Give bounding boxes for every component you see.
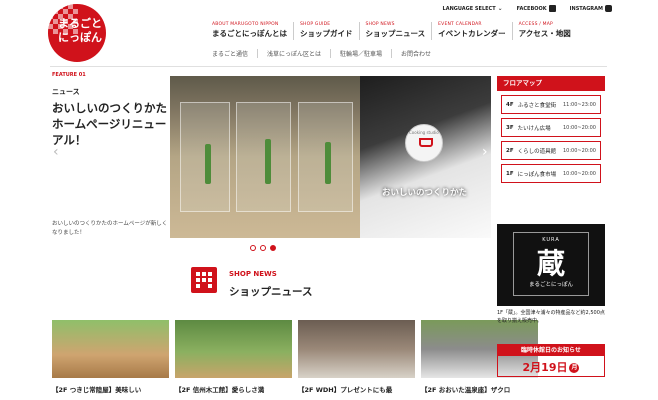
nav-event-calendar[interactable]: EVENT CALENDAR イベントカレンダー <box>431 22 512 40</box>
closed-day-title: 臨時休館日のお知らせ <box>498 345 604 356</box>
logo-text-line1: まるごと <box>58 17 102 30</box>
floor-name: ふるさと食堂街 <box>517 102 557 109</box>
sub-nav: まるごと通信 浅草にっぽん区とは 駐輪場／駐車場 お問合わせ <box>212 49 440 58</box>
slider-dot-1[interactable] <box>250 245 256 251</box>
nav-shop-guide-en: SHOP GUIDE <box>300 22 331 27</box>
floor-number: 1F <box>506 170 514 177</box>
nav-access-map[interactable]: ACCESS / MAP アクセス・地図 <box>511 22 577 40</box>
plant <box>325 142 331 184</box>
hero-photo-interior <box>170 76 360 238</box>
news-card-image <box>175 320 292 378</box>
nav-event-calendar-en: EVENT CALENDAR <box>438 22 482 27</box>
shop-news-list: 【2F つきじ常陸屋】美味しい 【2F 信州木工館】愛らしさ満 【2F WDH】… <box>52 320 538 394</box>
nav-access-map-en: ACCESS / MAP <box>518 22 553 27</box>
floor-item-4f[interactable]: 4F ふるさと食堂街 11:00~23:00 <box>501 95 601 114</box>
floor-number: 2F <box>506 147 514 154</box>
floor-hours: 10:00~20:00 <box>562 170 596 177</box>
floor-item-3f[interactable]: 3F たいけん広場 10:00~20:00 <box>501 118 601 137</box>
global-nav: ABOUT MARUGOTO NIPPON まるごとにっぽんとは SHOP GUI… <box>212 22 577 40</box>
slider-next-button[interactable]: › <box>482 144 488 160</box>
nav-shop-news[interactable]: SHOP NEWS ショップニュース <box>358 22 432 40</box>
feature-title[interactable]: おいしいのつくりかた ホームページリニューアル！ <box>52 100 170 148</box>
floor-map-title: フロアマップ <box>497 76 605 91</box>
shop-news-heading-en: SHOP NEWS <box>229 270 277 278</box>
facebook-label: FACEBOOK <box>516 5 547 12</box>
hero-photo-kitchen <box>360 76 491 238</box>
subnav-contact[interactable]: お問合わせ <box>391 49 440 58</box>
nav-event-calendar-jp: イベントカレンダー <box>438 29 506 38</box>
slider-dot-2[interactable] <box>260 245 266 251</box>
nav-about[interactable]: ABOUT MARUGOTO NIPPON まるごとにっぽんとは <box>212 22 293 40</box>
floor-item-1f[interactable]: 1F にっぽん食市場 10:00~20:00 <box>501 164 601 183</box>
nav-shop-news-en: SHOP NEWS <box>365 22 395 27</box>
facebook-link[interactable]: FACEBOOK <box>517 5 556 12</box>
slider-dot-3[interactable] <box>270 245 276 251</box>
subnav-asakusa[interactable]: 浅草にっぽん区とは <box>257 49 330 58</box>
kura-kanji: 蔵 <box>536 247 565 280</box>
news-card-title: 【2F 信州木工館】愛らしさ満 <box>175 386 265 394</box>
subnav-parking[interactable]: 駐輪場／駐車場 <box>330 49 391 58</box>
nav-shop-guide-jp: ショップガイド <box>300 29 353 38</box>
feature-label: FEATURE 01 <box>52 72 86 78</box>
closed-day-date-row: 2月19日月 <box>498 359 604 375</box>
shop-news-heading-jp: ショップニュース <box>229 286 313 298</box>
floor-number: 4F <box>506 101 514 108</box>
glass-wall <box>236 102 291 212</box>
kura-subtitle: まるごとにっぽん <box>528 282 573 288</box>
nav-about-en: ABOUT MARUGOTO NIPPON <box>212 22 279 27</box>
news-card[interactable]: 【2F 信州木工館】愛らしさ満 <box>175 320 292 394</box>
closed-day-date: 2月19日 <box>522 361 568 374</box>
floor-hours: 10:00~20:00 <box>562 124 596 131</box>
plant <box>205 144 211 184</box>
kura-banner[interactable]: KURA 蔵 まるごとにっぽん <box>497 224 605 306</box>
feature-category: ニュース <box>52 88 80 96</box>
floor-name: くらしの道具館 <box>517 148 557 155</box>
news-card-image <box>298 320 415 378</box>
kura-description: 1F「蔵」。全国津々浦々の特産品など約2,500点を取り揃え販売中。 <box>497 310 605 324</box>
floor-name: にっぽん食市場 <box>517 171 557 178</box>
language-select[interactable]: LANGUAGE SELECT ⌄ <box>443 5 503 12</box>
header-divider <box>50 66 607 67</box>
nav-shop-news-jp: ショップニュース <box>365 29 426 38</box>
news-card-title: 【2F WDH】プレゼントにも最 <box>298 386 393 394</box>
building-icon <box>191 267 217 293</box>
hero-slider-image[interactable] <box>170 76 491 238</box>
news-card-image <box>52 320 169 378</box>
facebook-icon <box>548 5 556 12</box>
site-logo[interactable]: まるごと にっぽん <box>48 4 106 62</box>
floor-map: フロアマップ 4F ふるさと食堂街 11:00~23:00 3F たいけん広場 10:0… <box>497 76 605 183</box>
floor-item-2f[interactable]: 2F くらしの道具館 10:00~20:00 <box>501 141 601 160</box>
instagram-icon <box>605 5 612 12</box>
slider-prev-button[interactable]: ‹ <box>53 144 59 160</box>
utility-bar: LANGUAGE SELECT ⌄ FACEBOOK INSTAGRAM <box>443 5 612 12</box>
logo-text-line2: にっぽん <box>58 31 102 44</box>
nav-about-jp: まるごとにっぽんとは <box>212 29 287 38</box>
nav-shop-guide[interactable]: SHOP GUIDE ショップガイド <box>293 22 359 40</box>
news-card[interactable]: 【2F WDH】プレゼントにも最 <box>298 320 415 394</box>
floor-number: 3F <box>506 124 514 131</box>
news-card-title: 【2F つきじ常陸屋】美味しい <box>52 386 142 394</box>
language-select-label: LANGUAGE SELECT <box>442 5 496 12</box>
floor-hours: 10:00~20:00 <box>562 147 596 154</box>
closed-day-weekday: 月 <box>569 363 580 373</box>
instagram-link[interactable]: INSTAGRAM <box>570 5 612 12</box>
floor-name: たいけん広場 <box>517 125 551 132</box>
instagram-label: INSTAGRAM <box>569 5 603 12</box>
subnav-marugoto-tsushin[interactable]: まるごと通信 <box>212 49 257 58</box>
slider-dots <box>250 245 276 251</box>
floor-hours: 11:00~23:00 <box>562 101 596 108</box>
chevron-down-icon: ⌄ <box>497 5 503 12</box>
plant <box>265 139 271 184</box>
feature-description: おいしいのつくりかたのホームページが新しくなりました！ <box>52 221 168 236</box>
nav-access-map-jp: アクセス・地図 <box>518 29 571 38</box>
closed-day-notice[interactable]: 臨時休館日のお知らせ 2月19日月 <box>497 344 605 377</box>
news-card-title: 【2F おおいた温泉座】ザクロ <box>421 386 511 394</box>
news-card[interactable]: 【2F つきじ常陸屋】美味しい <box>52 320 169 394</box>
